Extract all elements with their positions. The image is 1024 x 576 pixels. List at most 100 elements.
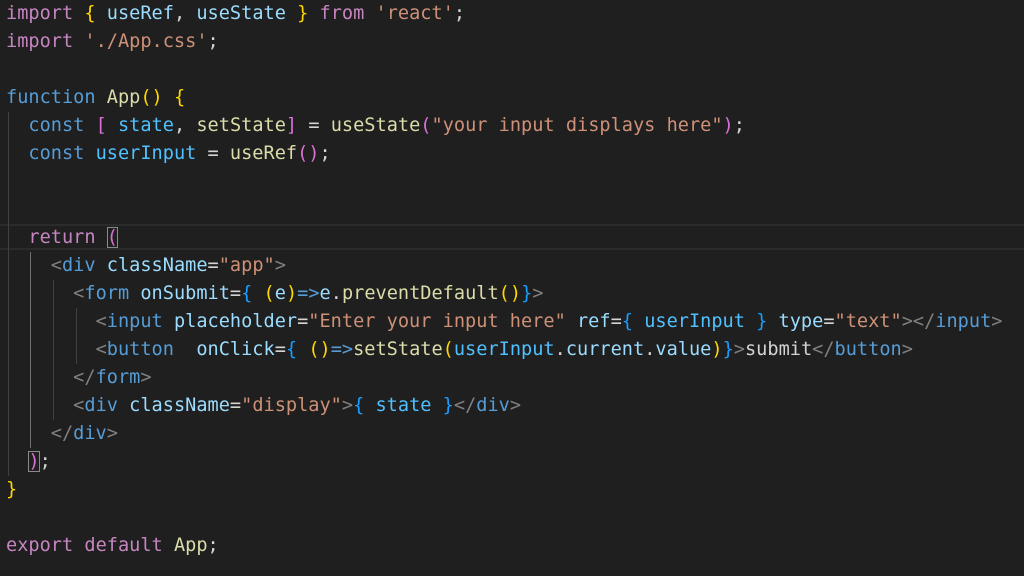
code-token: . — [644, 339, 656, 360]
code-line-15[interactable]: <div className="display">{ state }</div> — [6, 392, 1024, 420]
code-token: onClick — [196, 339, 275, 360]
code-token: = — [610, 311, 622, 332]
code-token: ) — [285, 283, 298, 304]
code-token: </ — [50, 423, 74, 444]
code-line-2[interactable]: import './App.css'; — [6, 28, 1024, 56]
code-token: App — [106, 87, 141, 108]
code-token: , — [173, 3, 197, 24]
code-token: className — [129, 395, 230, 416]
code-token: state — [375, 395, 432, 416]
code-token: App — [173, 535, 208, 556]
code-token: < — [73, 395, 85, 416]
code-line-1[interactable]: import { useRef, useState } from 'react'… — [6, 0, 1024, 28]
code-token: div — [61, 255, 96, 276]
code-line-17[interactable]: ); — [6, 448, 1024, 476]
code-line-20[interactable]: export default App; — [6, 532, 1024, 560]
code-line-14[interactable]: </form> — [6, 364, 1024, 392]
code-line-7[interactable] — [6, 168, 1024, 196]
code-token: function — [6, 87, 96, 108]
code-token: e — [319, 283, 331, 304]
code-token: button — [834, 339, 902, 360]
code-line-10[interactable]: <div className="app"> — [6, 252, 1024, 280]
code-token: </ — [453, 395, 477, 416]
code-line-11[interactable]: <form onSubmit={ (e)=>e.preventDefault()… — [6, 280, 1024, 308]
code-token: return — [28, 227, 96, 248]
code-line-16[interactable]: </div> — [6, 420, 1024, 448]
code-token: = — [207, 255, 219, 276]
code-token: form — [84, 283, 130, 304]
code-token: form — [95, 367, 141, 388]
code-editor[interactable]: import { useRef, useState } from 'react'… — [0, 0, 1024, 576]
code-token: value — [655, 339, 712, 360]
code-token: } — [442, 395, 454, 416]
code-token: userInput — [453, 339, 555, 360]
code-token: . — [330, 283, 342, 304]
code-token: = — [297, 311, 309, 332]
code-token: onSubmit — [140, 283, 230, 304]
code-token: placeholder — [173, 311, 298, 332]
code-token: </ — [73, 367, 96, 388]
code-token: = — [229, 283, 242, 304]
code-token: </ — [812, 339, 835, 360]
code-line-13[interactable]: <button onClick={ ()=>setState(userInput… — [6, 336, 1024, 364]
code-token: > — [274, 255, 286, 276]
code-token: ; — [39, 451, 51, 472]
code-token: ( — [263, 283, 275, 304]
code-line-9[interactable]: return ( — [6, 224, 1024, 252]
code-token: ; — [453, 3, 466, 24]
code-token: useRef — [229, 143, 298, 164]
code-token: () — [297, 143, 320, 164]
code-token: current — [565, 339, 645, 360]
code-token: useState — [330, 115, 421, 136]
code-token: > — [991, 311, 1003, 332]
code-line-5[interactable]: const [ state, setState] = useState("you… — [6, 112, 1024, 140]
code-token: = — [297, 115, 331, 136]
code-token: "Enter your input here" — [308, 311, 566, 332]
code-token: { — [173, 87, 186, 108]
code-line-19[interactable] — [6, 504, 1024, 532]
code-line-6[interactable]: const userInput = useRef(); — [6, 140, 1024, 168]
code-token: ( — [420, 115, 432, 136]
code-token: < — [95, 339, 107, 360]
code-token: "your input displays here" — [431, 115, 723, 136]
code-line-18[interactable]: } — [6, 476, 1024, 504]
code-line-3[interactable] — [6, 56, 1024, 84]
matched-bracket: ) — [28, 451, 40, 472]
code-token: { — [241, 283, 253, 304]
code-token: state — [117, 115, 174, 136]
code-token: [ — [95, 115, 107, 136]
code-token: ) — [711, 339, 723, 360]
code-token: useState — [196, 3, 286, 24]
code-line-4[interactable]: function App() { — [6, 84, 1024, 112]
code-line-8[interactable] — [6, 196, 1024, 224]
code-token: = — [229, 395, 242, 416]
code-line-12[interactable]: <input placeholder="Enter your input her… — [6, 308, 1024, 336]
code-token: userInput — [95, 143, 197, 164]
code-token: } — [722, 339, 734, 360]
code-token: className — [106, 255, 208, 276]
code-token: div — [84, 395, 118, 416]
code-token: import — [6, 31, 74, 52]
code-token: from — [319, 3, 365, 24]
code-token: < — [73, 283, 85, 304]
code-token: { — [353, 395, 365, 416]
